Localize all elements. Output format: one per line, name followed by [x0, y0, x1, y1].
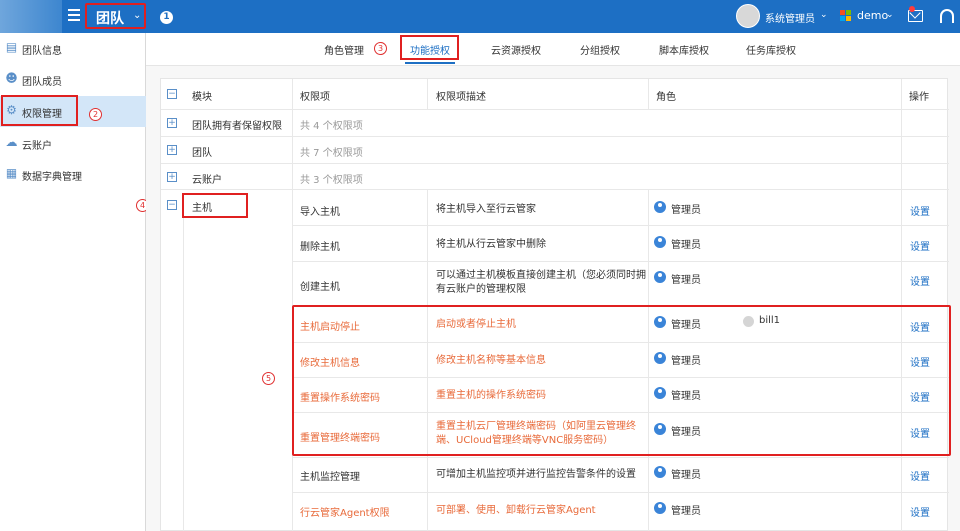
role-icon — [654, 236, 666, 248]
permission-count: 共 7 个权限项 — [300, 148, 363, 159]
user-name[interactable]: 系统管理员 — [765, 10, 815, 25]
sidebar-item-label: 团队成员 — [22, 77, 62, 88]
tab-role-management[interactable]: 角色管理 — [324, 42, 364, 57]
step-badge-3: 3 — [374, 42, 387, 55]
step-badge-5: 5 — [262, 372, 275, 385]
active-tab-indicator — [405, 62, 455, 64]
top-bar: 团队 ⌄ 1 系统管理员 ⌄ demo ⌄ — [0, 0, 960, 33]
expand-icon[interactable]: + — [167, 118, 177, 128]
permission-item: 删除主机 — [300, 242, 340, 253]
header-module: 模块 — [192, 92, 212, 103]
permission-description: 可部署、使用、卸载行云管家Agent — [436, 505, 596, 516]
tab-script-library-authorization[interactable]: 脚本库授权 — [659, 42, 709, 57]
header-description: 权限项描述 — [436, 92, 486, 103]
brand-logo — [0, 0, 62, 33]
expand-icon[interactable]: + — [167, 145, 177, 155]
info-icon: ▤ — [5, 40, 18, 54]
highlight-box-rows — [292, 305, 951, 456]
module-team: 团队 — [192, 148, 212, 159]
sidebar-item-label: 数据字典管理 — [22, 172, 82, 183]
permission-description: 将主机导入至行云管家 — [436, 204, 536, 215]
role-label: 管理员 — [671, 506, 701, 517]
sidebar-item-cloud-account[interactable]: ☁ 云账户 — [0, 128, 146, 159]
step-badge-2: 2 — [89, 108, 102, 121]
role-icon — [654, 201, 666, 213]
permission-item: 主机监控管理 — [300, 472, 360, 483]
sidebar-item-label: 团队信息 — [22, 46, 62, 57]
permission-description: 可增加主机监控项并进行监控告警条件的设置 — [436, 469, 636, 480]
role-icon — [654, 466, 666, 478]
avatar[interactable] — [736, 4, 760, 28]
role-icon — [654, 271, 666, 283]
settings-link[interactable]: 设置 — [910, 203, 930, 218]
settings-link[interactable]: 设置 — [910, 238, 930, 253]
sidebar-item-data-dictionary[interactable]: ▦ 数据字典管理 — [0, 159, 146, 190]
team-selector[interactable]: 团队 ⌄ — [85, 3, 146, 29]
settings-link[interactable]: 设置 — [910, 504, 930, 519]
header-role: 角色 — [656, 92, 676, 103]
permission-item: 导入主机 — [300, 207, 340, 218]
members-icon: ☻ — [5, 71, 18, 85]
permission-count: 共 4 个权限项 — [300, 121, 363, 132]
menu-icon[interactable] — [68, 9, 80, 21]
header-permission: 权限项 — [300, 92, 330, 103]
collapse-all-icon[interactable]: − — [167, 89, 177, 99]
chevron-down-icon: ⌄ — [133, 10, 142, 21]
step-badge-1: 1 — [160, 11, 173, 24]
highlight-box-permissions — [1, 95, 78, 126]
module-cloud-account: 云账户 — [192, 175, 222, 186]
org-name[interactable]: demo — [857, 9, 888, 22]
permission-count: 共 3 个权限项 — [300, 175, 363, 186]
header-operation: 操作 — [909, 92, 929, 103]
sidebar-item-team-members[interactable]: ☻ 团队成员 — [0, 64, 146, 95]
settings-link[interactable]: 设置 — [910, 468, 930, 483]
tree-guide-line — [183, 218, 184, 531]
module-team-owner: 团队拥有者保留权限 — [192, 121, 282, 132]
settings-link[interactable]: 设置 — [910, 273, 930, 288]
collapse-icon[interactable]: − — [167, 200, 177, 210]
permission-item: 创建主机 — [300, 282, 340, 293]
permission-description: 将主机从行云管家中删除 — [436, 239, 546, 250]
role-icon — [654, 502, 666, 514]
highlight-box-tab — [400, 35, 459, 60]
tab-group-authorization[interactable]: 分组授权 — [580, 42, 620, 57]
notification-dot — [909, 6, 915, 12]
chevron-down-icon[interactable]: ⌄ — [886, 10, 894, 20]
windows-icon — [840, 10, 852, 22]
chevron-down-icon[interactable]: ⌄ — [820, 10, 828, 20]
highlight-box-host — [182, 193, 248, 218]
cloud-icon: ☁ — [5, 135, 18, 149]
role-label: 管理员 — [671, 205, 701, 216]
tab-cloud-resource-authorization[interactable]: 云资源授权 — [491, 42, 541, 57]
role-label: 管理员 — [671, 240, 701, 251]
role-label: 管理员 — [671, 275, 701, 286]
team-selector-label: 团队 — [96, 11, 124, 27]
sidebar-item-label: 云账户 — [22, 141, 52, 152]
permission-description: 可以通过主机模板直接创建主机（您必须同时拥有云账户的管理权限 — [436, 270, 646, 295]
role-label: 管理员 — [671, 470, 701, 481]
dictionary-icon: ▦ — [5, 166, 18, 180]
expand-icon[interactable]: + — [167, 172, 177, 182]
sidebar-item-team-info[interactable]: ▤ 团队信息 — [0, 33, 146, 64]
headset-icon[interactable] — [940, 9, 954, 23]
tab-task-library-authorization[interactable]: 任务库授权 — [746, 42, 796, 57]
permission-item: 行云管家Agent权限 — [300, 508, 390, 519]
tab-bar: 角色管理 功能授权 云资源授权 分组授权 脚本库授权 任务库授权 — [146, 33, 960, 66]
